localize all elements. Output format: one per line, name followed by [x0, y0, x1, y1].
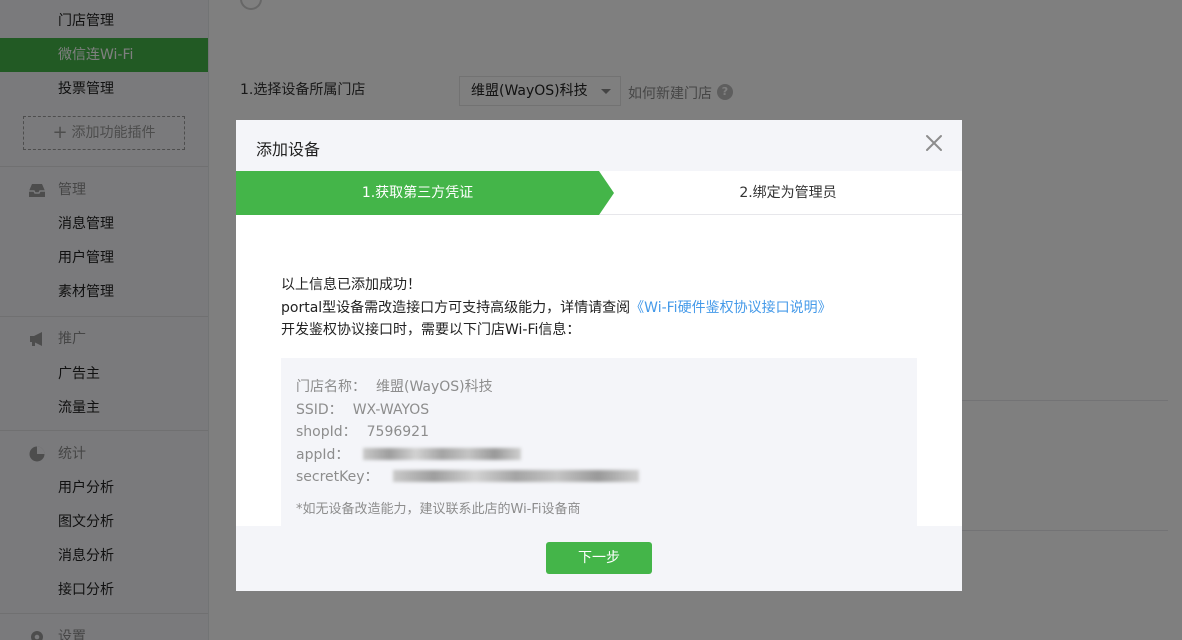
secretkey-redacted-value — [392, 470, 639, 482]
ssid-value: WX-WAYOS — [352, 402, 430, 418]
step-2-label: 2.绑定为管理员 — [739, 185, 837, 201]
ssid-label: SSID： — [296, 402, 343, 418]
portal-text: portal型设备需改造接口方可支持高级能力，详情请查阅 — [281, 300, 631, 316]
shopid-value: 7596921 — [366, 424, 429, 440]
vendor-note: *如无设备改造能力，建议联系此店的Wi-Fi设备商 — [296, 502, 581, 517]
ssid-row: SSID： WX-WAYOS — [296, 399, 429, 419]
store-name-value: 维盟(WayOS)科技 — [376, 379, 493, 395]
step-1-label: 1.获取第三方凭证 — [361, 185, 474, 201]
shopid-label: shopId： — [296, 424, 357, 440]
protocol-doc-link[interactable]: 《Wi-Fi硬件鉴权协议接口说明》 — [630, 300, 831, 316]
dialog-title: 添加设备 — [256, 140, 321, 159]
dev-instructions: 开发鉴权协议接口时，需要以下门店Wi-Fi信息： — [281, 322, 581, 338]
step-1: 1.获取第三方凭证 — [236, 171, 614, 215]
appid-row: appId： — [296, 444, 522, 464]
shopid-row: shopId： 7596921 — [296, 421, 429, 441]
store-name-row: 门店名称： 维盟(WayOS)科技 — [296, 376, 493, 396]
secretkey-label: secretKey： — [296, 469, 379, 485]
store-name-label: 门店名称： — [296, 379, 366, 395]
secretkey-row: secretKey： — [296, 466, 639, 486]
dialog-footer: 下一步 — [236, 526, 962, 591]
appid-label: appId： — [296, 447, 350, 463]
wifi-info-box: 门店名称： 维盟(WayOS)科技 SSID： WX-WAYOS shopId： 75… — [281, 358, 917, 526]
next-step-button[interactable]: 下一步 — [546, 542, 652, 574]
success-message: 以上信息已添加成功！ — [281, 277, 421, 293]
dialog-header: 添加设备 — [236, 120, 962, 171]
portal-instructions: portal型设备需改造接口方可支持高级能力，详情请查阅《Wi-Fi硬件鉴权协议… — [281, 297, 832, 317]
step-progress: 1.获取第三方凭证 2.绑定为管理员 — [236, 171, 962, 215]
appid-redacted-value — [363, 448, 522, 460]
close-icon[interactable] — [924, 133, 944, 153]
add-device-dialog: 添加设备 1.获取第三方凭证 2.绑定为管理员 以上信息已添加成功！ porta… — [236, 120, 962, 591]
